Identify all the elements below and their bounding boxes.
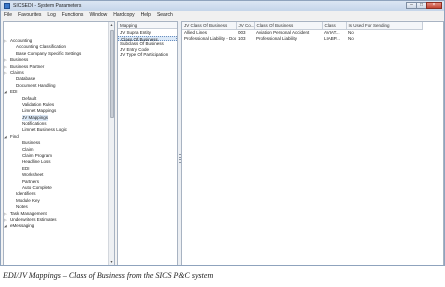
- close-button[interactable]: ×: [426, 2, 442, 9]
- menu-favourites[interactable]: Favourites: [18, 11, 41, 20]
- maximize-button[interactable]: □: [416, 2, 426, 9]
- table-row[interactable]: Professional Liability - Doct...103 Profe…: [182, 35, 422, 41]
- table-cell: No: [348, 35, 354, 41]
- table-cell: Professional Liability: [256, 35, 298, 41]
- navigation-tree: ▷ Accounting Accounting Classification Base…: [4, 38, 108, 230]
- app-icon: [4, 3, 10, 9]
- grid-header-row: JV Class Of Business JV Co... Class Of B…: [182, 22, 423, 30]
- tree-item[interactable]: ◢ eMessaging: [4, 223, 108, 229]
- mapping-list-item[interactable]: JV Type Of Participation: [118, 52, 177, 58]
- menu-window[interactable]: Window: [89, 11, 107, 20]
- expanded-arrow-icon[interactable]: ◢: [4, 223, 7, 229]
- minimize-button[interactable]: –: [406, 2, 416, 9]
- tree-item-label: eMessaging: [10, 223, 35, 229]
- menu-file[interactable]: File: [4, 11, 12, 20]
- column-header-class-of-business[interactable]: Class Of Business: [254, 22, 323, 30]
- mapping-panel-header: Mapping: [118, 22, 177, 29]
- scroll-up-arrow-icon[interactable]: ▲: [109, 22, 114, 28]
- column-header-jv-code[interactable]: JV Co...: [236, 22, 255, 30]
- column-header-class[interactable]: Class: [322, 22, 347, 30]
- mapping-grid-panel: JV Class Of Business JV Co... Class Of B…: [181, 21, 444, 265]
- figure-caption: EDI/JV Mappings – Class of Business from…: [3, 271, 214, 280]
- column-header-jv-class-of-business[interactable]: JV Class Of Business: [182, 22, 237, 30]
- column-header-is-used-for-sending[interactable]: Is Used For Sending: [346, 22, 423, 30]
- table-cell: Professional Liability - Doct...: [184, 35, 236, 41]
- scroll-down-arrow-icon[interactable]: ▼: [109, 259, 114, 265]
- menu-hardcopy[interactable]: Hardcopy: [113, 11, 134, 20]
- mapping-list: JV Supra Entity Class Of Business Subclass…: [118, 30, 177, 58]
- application-window: SICSEDI - System Parameters – □ × File F…: [0, 0, 445, 266]
- navigation-scrollbar[interactable]: ▲ ▼: [108, 22, 114, 265]
- mapping-grid: JV Class Of Business JV Co... Class Of B…: [182, 22, 423, 41]
- table-cell: LIABP...: [324, 35, 340, 41]
- table-cell: 103: [238, 35, 246, 41]
- grid-body: Allied Lines 003 Aviation Personal Acciden…: [182, 29, 422, 41]
- mapping-panel: Mapping JV Supra Entity Class Of Business…: [117, 21, 178, 265]
- window-controls: – □ ×: [406, 2, 442, 10]
- menu-functions[interactable]: Functions: [62, 11, 84, 20]
- menu-bar: File Favourites Log Functions Window Har…: [1, 11, 444, 20]
- window-title: SICSEDI - System Parameters: [13, 3, 82, 9]
- menu-log[interactable]: Log: [47, 11, 55, 20]
- navigation-tree-panel: ▷ Accounting Accounting Classification Base…: [3, 21, 115, 265]
- menu-search[interactable]: Search: [157, 11, 173, 20]
- scrollbar-thumb[interactable]: [110, 30, 114, 118]
- menu-help[interactable]: Help: [141, 11, 151, 20]
- title-bar: SICSEDI - System Parameters – □ ×: [1, 1, 444, 11]
